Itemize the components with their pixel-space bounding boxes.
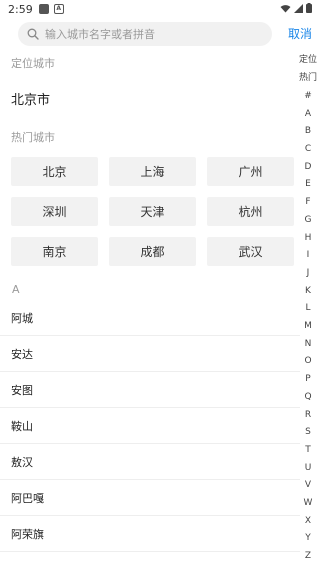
index-item[interactable]: U (296, 462, 320, 474)
index-item[interactable]: G (296, 214, 320, 226)
index-item[interactable]: T (296, 444, 320, 456)
index-item[interactable]: D (296, 161, 320, 173)
signal-icon (294, 3, 303, 13)
hot-cities-title: 热门城市 (11, 131, 55, 144)
index-item[interactable]: W (296, 497, 320, 509)
search-bar: 取消 (0, 20, 320, 48)
index-item[interactable]: J (296, 267, 320, 279)
hot-city-button[interactable]: 杭州 (207, 197, 294, 226)
index-item[interactable]: E (296, 178, 320, 190)
wifi-icon (280, 4, 291, 12)
city-list-item[interactable]: 安达 (0, 336, 300, 372)
notification-icon (38, 4, 49, 14)
index-item[interactable]: K (296, 285, 320, 297)
index-item[interactable]: H (296, 232, 320, 244)
index-item[interactable]: A (296, 108, 320, 120)
index-item[interactable]: M (296, 320, 320, 332)
hot-city-button[interactable]: 北京 (11, 157, 98, 186)
index-item[interactable]: X (296, 515, 320, 527)
status-bar: 2:59 A (0, 0, 320, 18)
letter-section-header: A (12, 283, 20, 296)
index-item[interactable]: R (296, 409, 320, 421)
index-item[interactable]: L (296, 302, 320, 314)
city-list-item[interactable]: 阿城 (0, 300, 300, 336)
hot-city-button[interactable]: 南京 (11, 237, 98, 266)
cancel-button[interactable]: 取消 (288, 25, 312, 42)
city-list-item[interactable]: 阿巴嘎 (0, 480, 300, 516)
app-notification-icon: A (53, 4, 64, 14)
index-item[interactable]: I (296, 249, 320, 261)
index-item-located[interactable]: 定位 (296, 54, 320, 66)
located-city[interactable]: 北京市 (11, 89, 50, 108)
city-list-item[interactable]: 敖汉 (0, 444, 300, 480)
search-icon (27, 28, 39, 40)
index-item[interactable]: # (296, 90, 320, 102)
index-item[interactable]: Y (296, 532, 320, 544)
index-item[interactable]: C (296, 143, 320, 155)
index-item[interactable]: Q (296, 391, 320, 403)
located-city-title: 定位城市 (11, 57, 55, 70)
city-list-item[interactable]: 阿荣旗 (0, 516, 300, 552)
index-item[interactable]: F (296, 196, 320, 208)
index-item[interactable]: N (296, 338, 320, 350)
hot-city-button[interactable]: 深圳 (11, 197, 98, 226)
city-list-item[interactable]: 安图 (0, 372, 300, 408)
battery-icon (306, 3, 312, 13)
hot-city-button[interactable]: 天津 (109, 197, 196, 226)
hot-city-button[interactable]: 上海 (109, 157, 196, 186)
index-item-hot[interactable]: 热门 (296, 72, 320, 84)
search-box[interactable] (18, 22, 272, 46)
search-input[interactable] (45, 27, 255, 41)
index-item[interactable]: Z (296, 550, 320, 562)
hot-city-button[interactable]: 成都 (109, 237, 196, 266)
status-time: 2:59 (8, 2, 33, 16)
index-item[interactable]: B (296, 125, 320, 137)
index-item[interactable]: V (296, 479, 320, 491)
hot-city-button[interactable]: 广州 (207, 157, 294, 186)
index-item[interactable]: P (296, 373, 320, 385)
index-item[interactable]: S (296, 426, 320, 438)
index-item[interactable]: O (296, 355, 320, 367)
hot-city-button[interactable]: 武汉 (207, 237, 294, 266)
city-list-item[interactable]: 鞍山 (0, 408, 300, 444)
